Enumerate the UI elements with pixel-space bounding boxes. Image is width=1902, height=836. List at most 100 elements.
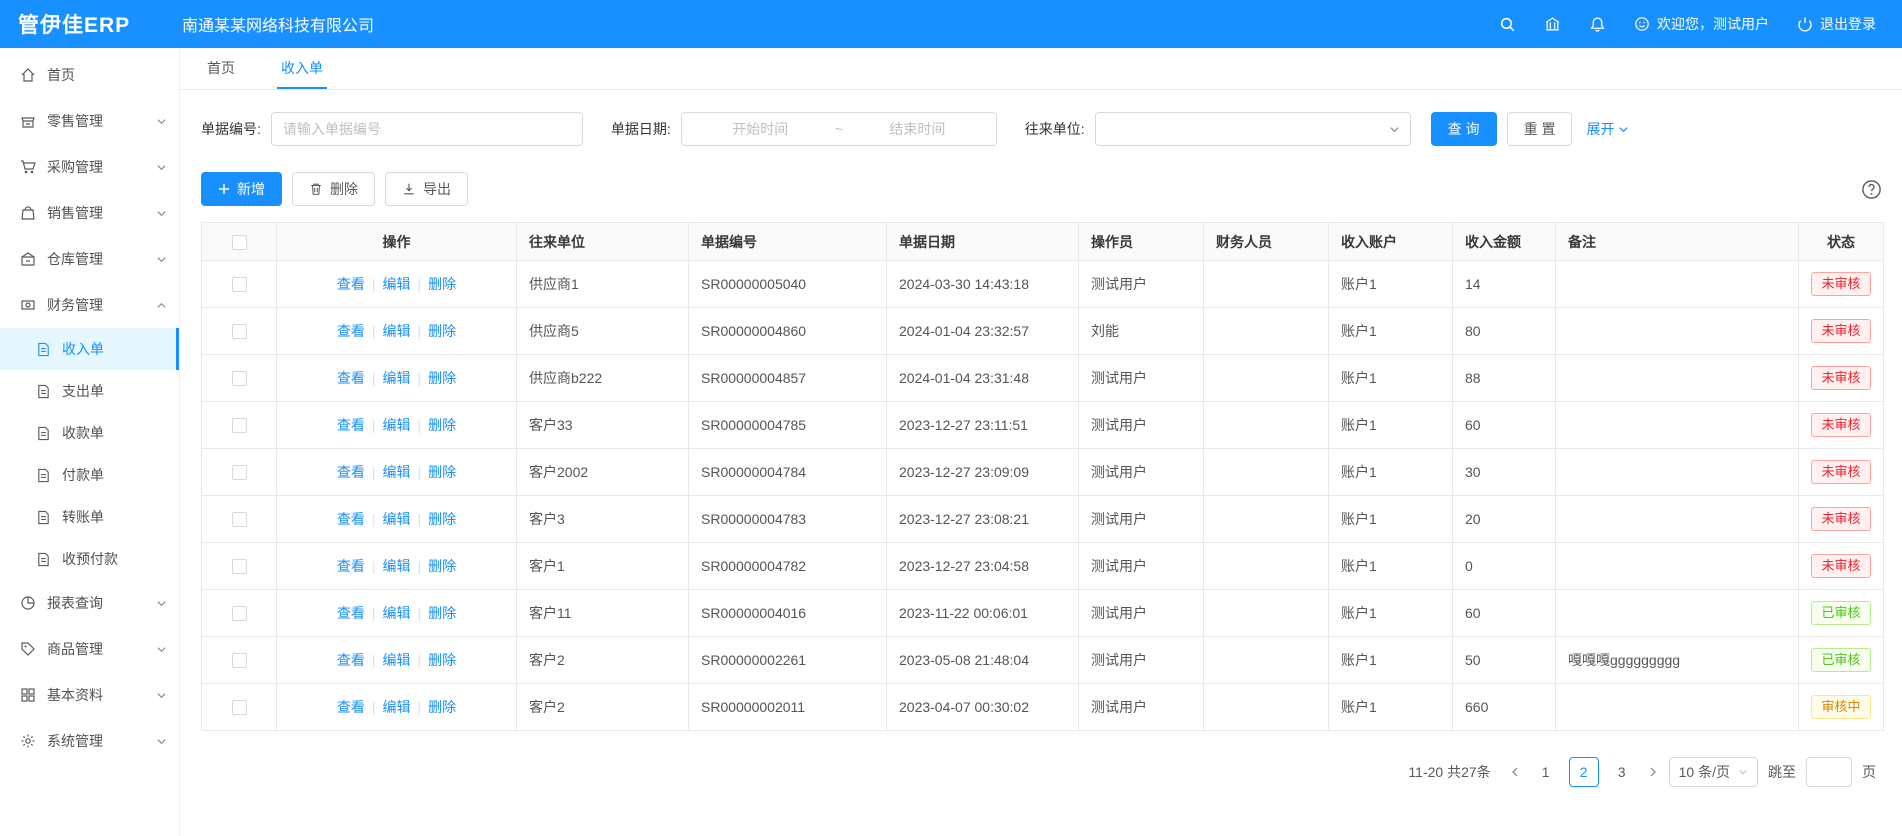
finance-icon: [20, 297, 37, 314]
row-checkbox[interactable]: [232, 606, 247, 621]
view-link[interactable]: 查看: [337, 652, 365, 668]
row-checkbox[interactable]: [232, 512, 247, 527]
page-size-select[interactable]: 10 条/页: [1669, 757, 1758, 787]
logout-button[interactable]: 退出登录: [1797, 14, 1876, 34]
sidebar-item-purchase[interactable]: 采购管理: [0, 144, 179, 190]
row-checkbox[interactable]: [232, 653, 247, 668]
row-checkbox[interactable]: [232, 277, 247, 292]
edit-link[interactable]: 编辑: [383, 417, 411, 433]
page-button-2[interactable]: 2: [1569, 757, 1599, 787]
delete-button[interactable]: 删除: [292, 172, 375, 206]
table-row: 查看|编辑|删除客户2SR000000020112023-04-07 00:30…: [202, 684, 1884, 731]
date-range-input[interactable]: 开始时间 ~ 结束时间: [681, 112, 997, 146]
edit-link[interactable]: 编辑: [383, 699, 411, 715]
edit-link[interactable]: 编辑: [383, 276, 411, 292]
delete-link[interactable]: 删除: [428, 323, 456, 339]
sidebar-item-warehouse[interactable]: 仓库管理: [0, 236, 179, 282]
delete-link[interactable]: 删除: [428, 464, 456, 480]
page-button-1[interactable]: 1: [1531, 757, 1561, 787]
row-checkbox[interactable]: [232, 465, 247, 480]
delete-link[interactable]: 删除: [428, 370, 456, 386]
view-link[interactable]: 查看: [337, 558, 365, 574]
row-checkbox[interactable]: [232, 559, 247, 574]
warehouse-icon: [20, 251, 37, 268]
edit-link[interactable]: 编辑: [383, 370, 411, 386]
view-link[interactable]: 查看: [337, 323, 365, 339]
cell-checkbox: [202, 449, 277, 496]
sidebar-item-expense-bill[interactable]: 支出单: [0, 370, 179, 412]
cell-status: 未审核: [1799, 355, 1884, 402]
next-page-button[interactable]: [1645, 766, 1661, 778]
delete-link[interactable]: 删除: [428, 417, 456, 433]
user-welcome[interactable]: 欢迎您，测试用户: [1634, 14, 1769, 34]
help-icon[interactable]: [1861, 179, 1882, 200]
sidebar-item-receipt-bill[interactable]: 收款单: [0, 412, 179, 454]
view-link[interactable]: 查看: [337, 464, 365, 480]
sidebar-item-label: 支出单: [62, 381, 104, 401]
cell-bill-no: SR00000004782: [689, 543, 887, 590]
delete-link[interactable]: 删除: [428, 605, 456, 621]
sidebar-item-sales[interactable]: 销售管理: [0, 190, 179, 236]
sidebar-item-report[interactable]: 报表查询: [0, 580, 179, 626]
partner-select[interactable]: [1095, 112, 1411, 146]
chevron-down-icon: [156, 598, 167, 609]
cell-partner: 客户2: [517, 637, 689, 684]
table-row: 查看|编辑|删除客户11SR000000040162023-11-22 00:0…: [202, 590, 1884, 637]
expand-link[interactable]: 展开: [1586, 119, 1629, 139]
view-link[interactable]: 查看: [337, 417, 365, 433]
sidebar-item-finance[interactable]: 财务管理: [0, 282, 179, 328]
reset-button[interactable]: 重 置: [1507, 112, 1573, 146]
edit-link[interactable]: 编辑: [383, 652, 411, 668]
row-checkbox[interactable]: [232, 371, 247, 386]
sidebar-item-advance-receipt[interactable]: 收预付款: [0, 538, 179, 580]
search-icon[interactable]: [1499, 16, 1516, 33]
chevron-down-icon: [156, 736, 167, 747]
date-end-placeholder: 结束时间: [849, 119, 986, 139]
edit-link[interactable]: 编辑: [383, 323, 411, 339]
delete-link[interactable]: 删除: [428, 652, 456, 668]
home-icon[interactable]: [1544, 16, 1561, 33]
action-separator: |: [418, 605, 422, 621]
delete-link[interactable]: 删除: [428, 276, 456, 292]
sidebar-item-home[interactable]: 首页: [0, 52, 179, 98]
bell-icon[interactable]: [1589, 16, 1606, 33]
tab-home[interactable]: 首页: [203, 49, 239, 89]
page-button-3[interactable]: 3: [1607, 757, 1637, 787]
edit-link[interactable]: 编辑: [383, 511, 411, 527]
sidebar-item-income-bill[interactable]: 收入单: [0, 328, 179, 370]
bill-no-input[interactable]: [271, 112, 583, 146]
chevron-down-icon: [156, 644, 167, 655]
select-all-checkbox[interactable]: [232, 235, 247, 250]
cell-operator: 测试用户: [1079, 590, 1204, 637]
sidebar-item-payment-bill[interactable]: 付款单: [0, 454, 179, 496]
sidebar-item-transfer-bill[interactable]: 转账单: [0, 496, 179, 538]
row-checkbox[interactable]: [232, 324, 247, 339]
delete-link[interactable]: 删除: [428, 699, 456, 715]
edit-link[interactable]: 编辑: [383, 464, 411, 480]
sidebar-item-basic-data[interactable]: 基本资料: [0, 672, 179, 718]
partner-label: 往来单位:: [1025, 119, 1085, 139]
view-link[interactable]: 查看: [337, 511, 365, 527]
prev-page-button[interactable]: [1507, 766, 1523, 778]
view-link[interactable]: 查看: [337, 276, 365, 292]
add-button[interactable]: 新增: [201, 172, 282, 206]
row-checkbox[interactable]: [232, 418, 247, 433]
tab-income-bill[interactable]: 收入单: [277, 49, 327, 89]
delete-link[interactable]: 删除: [428, 511, 456, 527]
row-checkbox[interactable]: [232, 700, 247, 715]
edit-link[interactable]: 编辑: [383, 605, 411, 621]
jump-page-input[interactable]: [1806, 757, 1852, 787]
sidebar-item-system[interactable]: 系统管理: [0, 718, 179, 764]
sidebar-item-retail[interactable]: 零售管理: [0, 98, 179, 144]
cell-remark: [1556, 402, 1799, 449]
edit-link[interactable]: 编辑: [383, 558, 411, 574]
delete-link[interactable]: 删除: [428, 558, 456, 574]
view-link[interactable]: 查看: [337, 699, 365, 715]
action-separator: |: [372, 699, 376, 715]
export-button[interactable]: 导出: [385, 172, 468, 206]
view-link[interactable]: 查看: [337, 605, 365, 621]
sidebar-item-goods[interactable]: 商品管理: [0, 626, 179, 672]
cell-bill-date: 2024-01-04 23:31:48: [887, 355, 1079, 402]
view-link[interactable]: 查看: [337, 370, 365, 386]
search-button[interactable]: 查 询: [1431, 112, 1497, 146]
